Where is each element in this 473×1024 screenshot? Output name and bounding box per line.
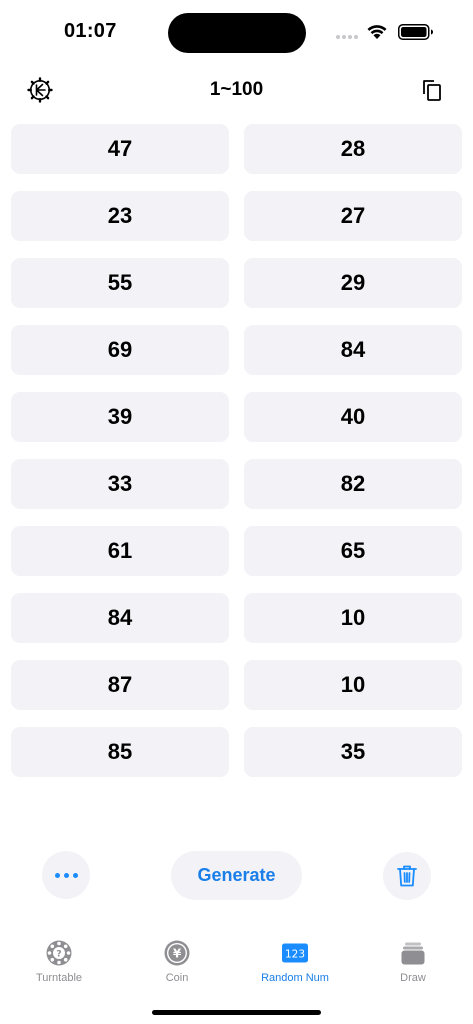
wifi-icon: [367, 25, 387, 39]
numbers-grid: 47 28 23 27 55 29 69 84 39 40 33 82 61 6…: [11, 124, 462, 777]
number-cell[interactable]: 82: [244, 459, 462, 509]
tab-label: Coin: [165, 972, 189, 984]
number-cell[interactable]: 87: [11, 660, 229, 710]
coin-yen-icon: ¥: [162, 938, 192, 968]
number-123-icon: 123: [280, 938, 310, 968]
number-cell[interactable]: 84: [11, 593, 229, 643]
number-cell[interactable]: 39: [11, 392, 229, 442]
number-cell[interactable]: 40: [244, 392, 462, 442]
number-cell[interactable]: 65: [244, 526, 462, 576]
home-indicator: [152, 1010, 321, 1015]
tab-turntable[interactable]: ? Turntable: [0, 938, 118, 994]
tab-coin[interactable]: ¥ Coin: [118, 938, 236, 994]
generate-button[interactable]: Generate: [171, 851, 302, 900]
draw-box-icon: [398, 938, 428, 968]
number-cell[interactable]: 27: [244, 191, 462, 241]
status-bar: 01:07: [0, 0, 473, 64]
number-cell[interactable]: 55: [11, 258, 229, 308]
number-cell[interactable]: 61: [11, 526, 229, 576]
header: 1~100: [0, 70, 473, 110]
number-cell[interactable]: 84: [244, 325, 462, 375]
number-123-icon-text: 123: [285, 949, 305, 961]
tab-bar: ? Turntable ¥ Coin 123 Random Num Draw: [0, 938, 473, 994]
ellipsis-icon: [54, 872, 60, 878]
svg-text:?: ?: [56, 950, 61, 960]
number-cell[interactable]: 35: [244, 727, 462, 777]
number-cell[interactable]: 85: [11, 727, 229, 777]
clear-button[interactable]: [383, 852, 431, 900]
dynamic-island: [168, 13, 306, 53]
trash-icon: [397, 865, 417, 887]
tab-random-num[interactable]: 123 Random Num: [236, 938, 354, 994]
settings-gear-icon: [27, 77, 53, 103]
tab-label: Random Num: [261, 972, 329, 984]
number-cell[interactable]: 33: [11, 459, 229, 509]
battery-icon: [398, 24, 433, 40]
number-cell[interactable]: 47: [11, 124, 229, 174]
number-cell[interactable]: 29: [244, 258, 462, 308]
tab-draw[interactable]: Draw: [354, 938, 472, 994]
number-cell[interactable]: 10: [244, 660, 462, 710]
svg-text:¥: ¥: [173, 946, 182, 960]
cellular-signal-icon: [336, 35, 358, 39]
tab-label: Turntable: [35, 972, 83, 984]
number-cell[interactable]: 10: [244, 593, 462, 643]
number-cell[interactable]: 69: [11, 325, 229, 375]
number-cell[interactable]: 28: [244, 124, 462, 174]
tab-label: Draw: [400, 972, 426, 984]
copy-button[interactable]: [416, 74, 448, 106]
settings-button[interactable]: [24, 74, 56, 106]
more-button[interactable]: [42, 851, 90, 899]
turntable-icon: ?: [44, 938, 74, 968]
copy-icon: [423, 80, 441, 101]
page-title: 1~100: [209, 79, 264, 100]
status-time: 01:07: [64, 20, 117, 42]
number-cell[interactable]: 23: [11, 191, 229, 241]
